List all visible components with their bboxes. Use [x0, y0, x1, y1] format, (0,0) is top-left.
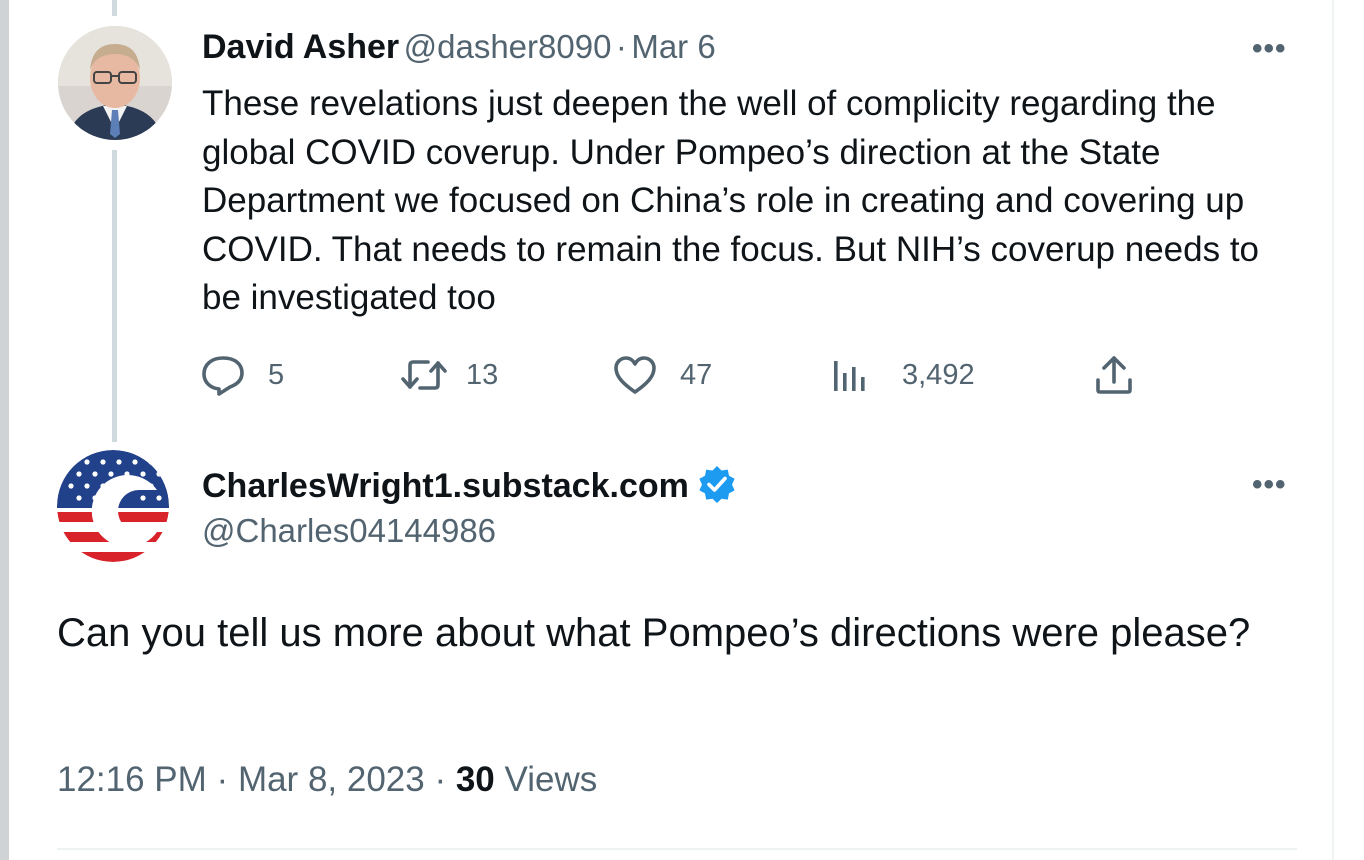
author-name[interactable]: David Asher [202, 28, 399, 66]
verified-badge-icon [697, 464, 737, 509]
header-separator: · [615, 28, 627, 65]
meta-separator-1: · [216, 760, 229, 799]
views-icon [830, 355, 870, 395]
author-handle[interactable]: @dasher8090 [404, 28, 612, 65]
reply-author-handle[interactable]: @Charles04144986 [202, 512, 496, 550]
retweet-icon [400, 355, 448, 395]
left-border [0, 0, 9, 860]
reply-text: Can you tell us more about what Pompeo’s… [57, 611, 1251, 655]
thread-line [112, 150, 117, 442]
thread-line-top [112, 0, 117, 16]
tweet-actions: 5 13 47 3,492 [200, 352, 1140, 398]
tweet-text: These revelations just deepen the well o… [202, 84, 1260, 317]
share-icon [1094, 354, 1134, 396]
reply-views-label: Views [504, 760, 598, 799]
views-count: 3,492 [902, 358, 975, 391]
retweet-count: 13 [466, 358, 499, 391]
divider [57, 848, 1297, 850]
reply-date[interactable]: Mar 8, 2023 [238, 760, 425, 799]
avatar-charleswright[interactable] [57, 450, 169, 562]
views-button[interactable]: 3,492 [830, 352, 975, 398]
reply-count: 5 [268, 358, 285, 391]
retweet-button[interactable]: 13 [400, 352, 498, 398]
reply-time[interactable]: 12:16 PM [57, 760, 207, 799]
reply-more-icon[interactable]: ••• [1252, 468, 1287, 502]
tweet-header: David Asher @dasher8090 · Mar 6 [202, 28, 716, 67]
avatar-david-asher[interactable] [58, 26, 172, 140]
like-icon [612, 354, 658, 396]
reply-header: CharlesWright1.substack.com [202, 464, 737, 509]
share-button[interactable] [1094, 352, 1134, 398]
reply-author-name[interactable]: CharlesWright1.substack.com [202, 467, 689, 506]
like-count: 47 [680, 358, 713, 391]
meta-separator-2: · [434, 760, 447, 799]
reply-meta: 12:16 PM · Mar 8, 2023 · 30 Views [57, 760, 597, 800]
reply-button[interactable]: 5 [200, 352, 284, 398]
tweet-date[interactable]: Mar 6 [631, 28, 715, 65]
like-button[interactable]: 47 [612, 352, 712, 398]
more-icon[interactable]: ••• [1252, 32, 1287, 66]
right-border [1332, 0, 1334, 860]
reply-icon [200, 354, 246, 396]
reply-views-count: 30 [455, 760, 495, 799]
